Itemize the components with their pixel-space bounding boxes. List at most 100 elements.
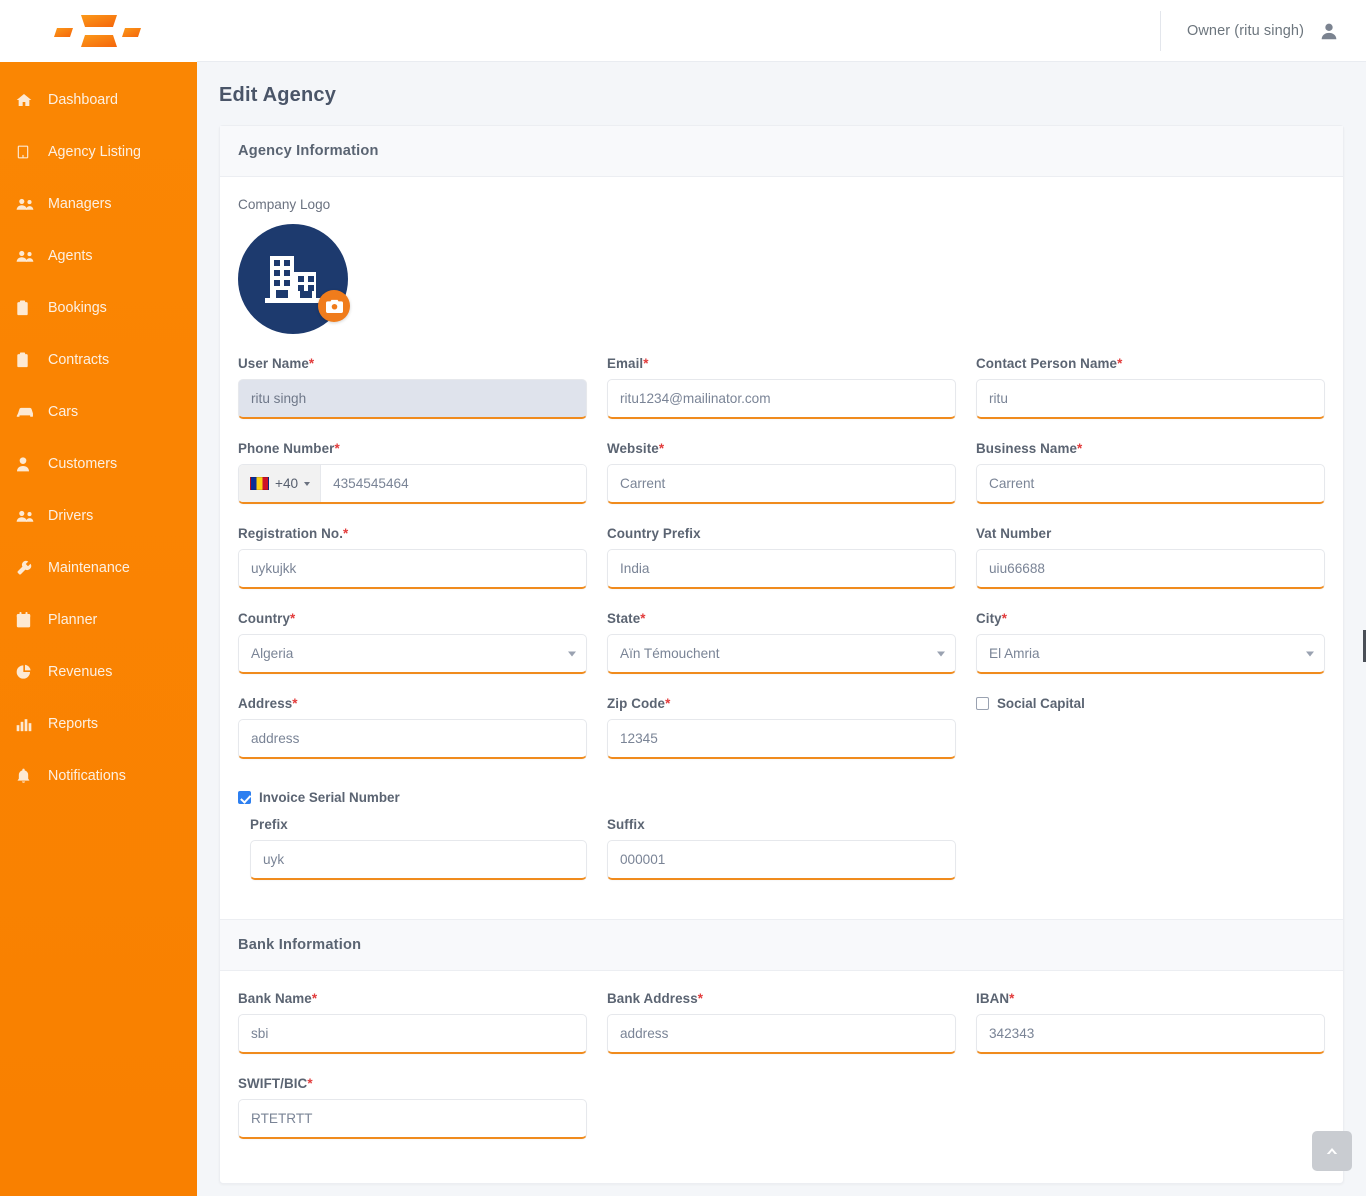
scroll-to-top-button[interactable] — [1312, 1131, 1352, 1171]
invoice-prefix-input[interactable] — [250, 840, 587, 880]
bar-chart-icon — [16, 717, 38, 732]
field-phone-number: Phone Number* +40 — [238, 441, 587, 504]
registration-no-input[interactable] — [238, 549, 587, 589]
sidebar-item-agency-listing[interactable]: Agency Listing — [0, 126, 197, 178]
business-name-input[interactable] — [976, 464, 1325, 504]
bank-row-1: Bank Name* Bank Address* IBAN* — [238, 991, 1325, 1071]
user-icon — [16, 456, 38, 472]
state-select[interactable] — [607, 634, 956, 674]
field-address: Address* — [238, 696, 587, 759]
sidebar-item-label: Drivers — [48, 508, 93, 524]
field-country: Country* — [238, 611, 587, 674]
social-capital-checkbox[interactable] — [976, 697, 989, 710]
users-icon — [16, 196, 38, 212]
pie-chart-icon — [16, 664, 38, 680]
vat-number-input[interactable] — [976, 549, 1325, 589]
sidebar-item-reports[interactable]: Reports — [0, 698, 197, 750]
bank-name-input[interactable] — [238, 1014, 587, 1054]
clipboard-icon — [16, 352, 38, 368]
social-capital-checkbox-row[interactable]: Social Capital — [976, 696, 1325, 711]
website-input[interactable] — [607, 464, 956, 504]
zip-code-input[interactable] — [607, 719, 956, 759]
invoice-serial-number-label: Invoice Serial Number — [259, 790, 400, 805]
user-name-input[interactable] — [238, 379, 587, 419]
field-invoice-suffix: Suffix — [607, 817, 956, 880]
company-logo-uploader[interactable] — [238, 224, 348, 334]
invoice-prefix-label: Prefix — [250, 817, 587, 832]
sidebar-item-maintenance[interactable]: Maintenance — [0, 542, 197, 594]
state-select-wrap — [607, 634, 956, 674]
bank-address-input[interactable] — [607, 1014, 956, 1054]
city-select[interactable] — [976, 634, 1325, 674]
upload-photo-button[interactable] — [318, 290, 350, 322]
form-row-1: User Name* Email* Contact Person Name* — [238, 356, 1325, 436]
page-title: Edit Agency — [197, 62, 1366, 107]
app-logo[interactable] — [0, 0, 197, 62]
sidebar-item-planner[interactable]: Planner — [0, 594, 197, 646]
calendar-icon — [16, 612, 38, 628]
field-swift-bic: SWIFT/BIC* — [238, 1076, 587, 1139]
agency-information-card: Agency Information Company Logo — [219, 125, 1344, 1184]
sidebar-item-bookings[interactable]: Bookings — [0, 282, 197, 334]
sidebar-item-label: Revenues — [48, 664, 112, 680]
sidebar-item-customers[interactable]: Customers — [0, 438, 197, 490]
email-input[interactable] — [607, 379, 956, 419]
sidebar-item-label: Agents — [48, 248, 93, 264]
website-label: Website* — [607, 441, 956, 456]
address-input[interactable] — [238, 719, 587, 759]
invoice-serial-checkbox-row[interactable]: Invoice Serial Number — [238, 790, 1325, 805]
business-name-label: Business Name* — [976, 441, 1325, 456]
field-invoice-prefix: Prefix — [238, 817, 587, 880]
bank-name-label: Bank Name* — [238, 991, 587, 1006]
user-menu[interactable]: Owner (ritu singh) — [1160, 11, 1366, 51]
form-footer: Update — [219, 1184, 1344, 1196]
country-prefix-input[interactable] — [607, 549, 956, 589]
sidebar-item-notifications[interactable]: Notifications — [0, 750, 197, 802]
bank-row-2: SWIFT/BIC* — [238, 1076, 1325, 1156]
registration-no-label: Registration No.* — [238, 526, 587, 541]
swift-bic-label: SWIFT/BIC* — [238, 1076, 587, 1091]
sidebar-nav: Dashboard Agency Listing Managers Agents… — [0, 62, 197, 1196]
field-state: State* — [607, 611, 956, 674]
users-icon — [16, 248, 38, 264]
sidebar-item-cars[interactable]: Cars — [0, 386, 197, 438]
invoice-suffix-input[interactable] — [607, 840, 956, 880]
invoice-serial-number-checkbox[interactable] — [238, 791, 251, 804]
country-dial-code-selector[interactable]: +40 — [239, 465, 321, 502]
field-zip-code: Zip Code* — [607, 696, 956, 759]
home-icon — [16, 92, 38, 108]
field-bank-name: Bank Name* — [238, 991, 587, 1054]
country-label: Country* — [238, 611, 587, 626]
sidebar-item-agents[interactable]: Agents — [0, 230, 197, 282]
form-row-5: Address* Zip Code* Social Capital — [238, 696, 1325, 776]
sidebar-item-drivers[interactable]: Drivers — [0, 490, 197, 542]
bell-icon — [16, 768, 38, 784]
sidebar-item-dashboard[interactable]: Dashboard — [0, 74, 197, 126]
avatar[interactable] — [1318, 20, 1340, 42]
bank-information-body: Bank Name* Bank Address* IBAN* SWIFT/BIC… — [220, 971, 1343, 1183]
wrench-icon — [16, 560, 38, 576]
city-label: City* — [976, 611, 1325, 626]
top-header-bar: Owner (ritu singh) — [0, 0, 1366, 62]
agency-information-heading: Agency Information — [220, 126, 1343, 177]
iban-input[interactable] — [976, 1014, 1325, 1054]
phone-number-input[interactable] — [321, 465, 586, 502]
field-country-prefix: Country Prefix — [607, 526, 956, 589]
country-select[interactable] — [238, 634, 587, 674]
sidebar-item-label: Contracts — [48, 352, 109, 368]
sidebar-item-managers[interactable]: Managers — [0, 178, 197, 230]
address-label: Address* — [238, 696, 587, 711]
field-iban: IBAN* — [976, 991, 1325, 1054]
swift-bic-input[interactable] — [238, 1099, 587, 1139]
invoice-serial-fields: Prefix Suffix — [238, 817, 1325, 897]
ro-flag-icon — [250, 477, 269, 490]
sidebar-item-contracts[interactable]: Contracts — [0, 334, 197, 386]
sidebar-item-revenues[interactable]: Revenues — [0, 646, 197, 698]
contact-person-name-input[interactable] — [976, 379, 1325, 419]
field-email: Email* — [607, 356, 956, 419]
bank-information-heading: Bank Information — [220, 919, 1343, 971]
phone-number-label: Phone Number* — [238, 441, 587, 456]
contact-person-name-label: Contact Person Name* — [976, 356, 1325, 371]
field-registration-no: Registration No.* — [238, 526, 587, 589]
state-label: State* — [607, 611, 956, 626]
